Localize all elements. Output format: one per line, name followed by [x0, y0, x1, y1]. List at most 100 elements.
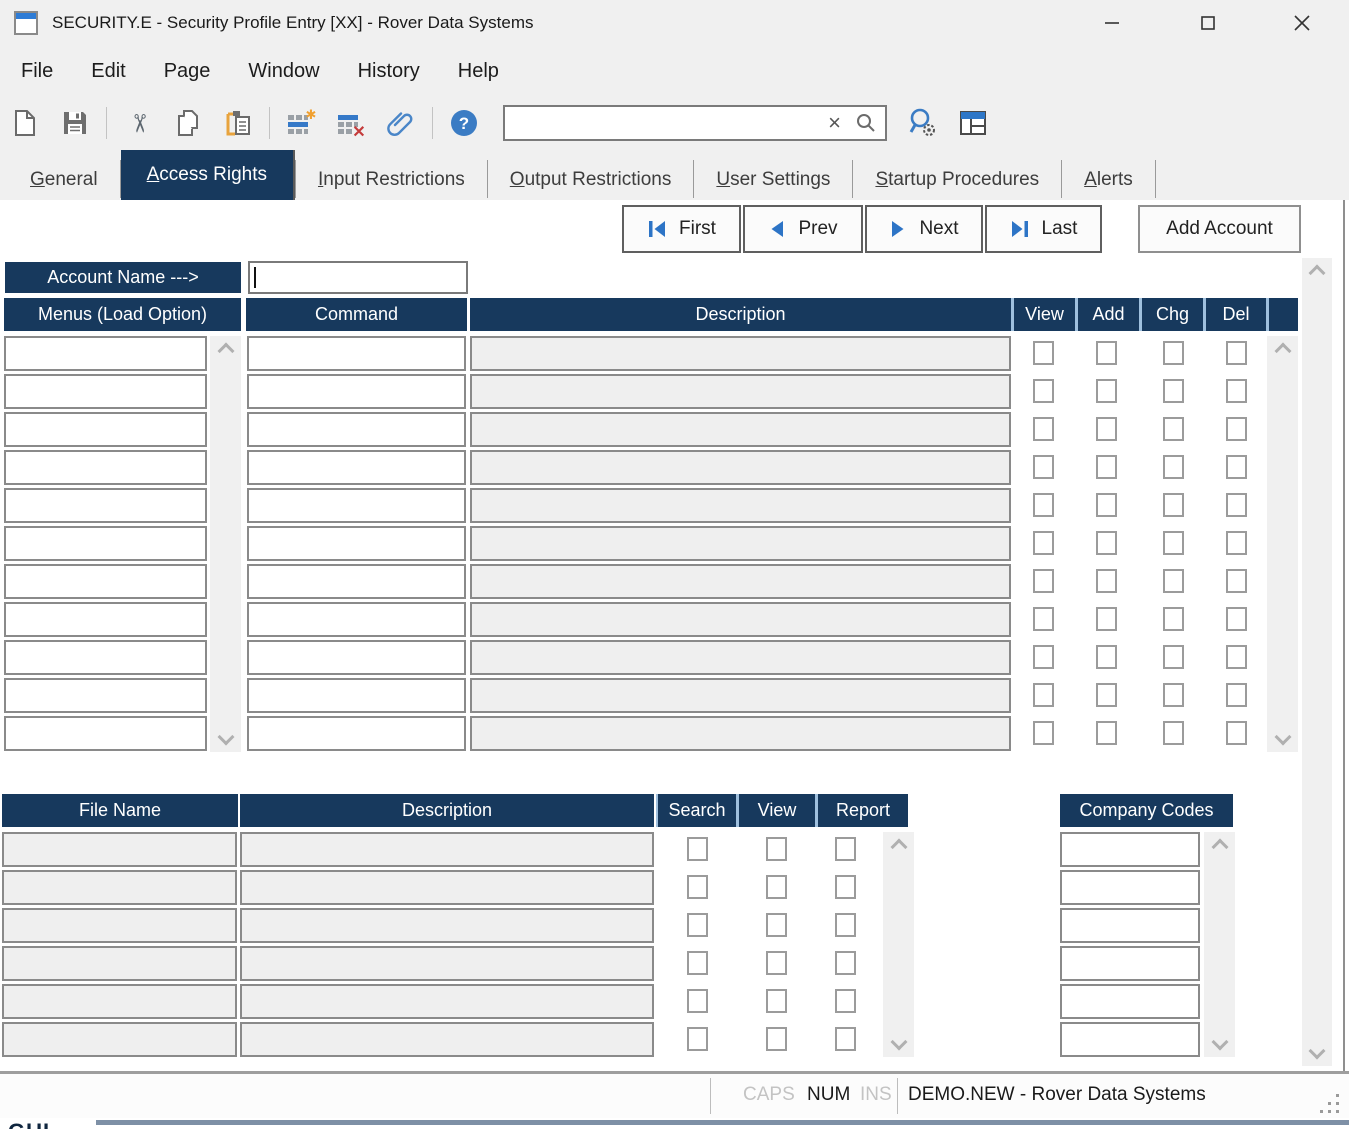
copy-button[interactable] — [168, 104, 208, 142]
menus-scrollbar[interactable] — [210, 336, 241, 752]
add-checkbox[interactable] — [1096, 531, 1117, 555]
resize-grip[interactable] — [1336, 1110, 1339, 1113]
company-code-input[interactable] — [1060, 946, 1200, 981]
chg-checkbox[interactable] — [1163, 531, 1184, 555]
menu-load-option-input[interactable] — [4, 602, 207, 637]
help-button[interactable]: ? — [444, 104, 484, 142]
tab-input-restrictions[interactable]: Input Restrictions — [296, 160, 487, 200]
company-code-input[interactable] — [1060, 908, 1200, 943]
cut-button[interactable]: ✂ — [118, 104, 158, 142]
scroll-up-icon[interactable] — [890, 839, 907, 856]
menu-load-option-input[interactable] — [4, 526, 207, 561]
view-checkbox[interactable] — [1033, 531, 1054, 555]
del-checkbox[interactable] — [1226, 379, 1247, 403]
clear-search-icon[interactable]: × — [828, 112, 841, 134]
command-input[interactable] — [247, 450, 466, 485]
account-name-field[interactable] — [248, 261, 468, 294]
scroll-up-icon[interactable] — [217, 343, 234, 360]
tab-user-settings[interactable]: User Settings — [694, 160, 852, 200]
menu-load-option-input[interactable] — [4, 678, 207, 713]
scroll-down-icon[interactable] — [1211, 1034, 1228, 1051]
scroll-down-icon[interactable] — [890, 1034, 907, 1051]
account-lookup-button[interactable] — [903, 104, 943, 142]
command-input[interactable] — [247, 526, 466, 561]
add-checkbox[interactable] — [1096, 455, 1117, 479]
view-checkbox[interactable] — [1033, 683, 1054, 707]
account-name-input[interactable] — [250, 263, 466, 292]
menu-load-option-input[interactable] — [4, 336, 207, 371]
chg-checkbox[interactable] — [1163, 645, 1184, 669]
command-input[interactable] — [247, 374, 466, 409]
view-checkbox[interactable] — [1033, 455, 1054, 479]
last-record-button[interactable]: Last — [985, 205, 1102, 253]
chg-checkbox[interactable] — [1163, 341, 1184, 365]
add-checkbox[interactable] — [1096, 721, 1117, 745]
del-checkbox[interactable] — [1226, 341, 1247, 365]
files-grid-scrollbar[interactable] — [883, 832, 914, 1057]
minimize-button[interactable] — [1082, 0, 1142, 46]
attachment-button[interactable] — [381, 104, 421, 142]
tab-general[interactable]: General — [8, 160, 120, 200]
del-checkbox[interactable] — [1226, 645, 1247, 669]
command-input[interactable] — [247, 336, 466, 371]
scroll-down-icon[interactable] — [217, 729, 234, 746]
tab-startup-procedures[interactable]: Startup Procedures — [853, 160, 1061, 200]
company-code-input[interactable] — [1060, 984, 1200, 1019]
company-code-input[interactable] — [1060, 832, 1200, 867]
chg-checkbox[interactable] — [1163, 721, 1184, 745]
menu-help[interactable]: Help — [439, 60, 518, 83]
del-checkbox[interactable] — [1226, 455, 1247, 479]
company-code-input[interactable] — [1060, 870, 1200, 905]
new-document-button[interactable] — [5, 104, 45, 142]
maximize-button[interactable] — [1178, 0, 1238, 46]
menu-window[interactable]: Window — [229, 60, 338, 83]
tab-output-restrictions[interactable]: Output Restrictions — [488, 160, 694, 200]
del-checkbox[interactable] — [1226, 531, 1247, 555]
view-checkbox[interactable] — [1033, 493, 1054, 517]
insert-line-button[interactable]: ✱ — [281, 104, 321, 142]
menu-edit[interactable]: Edit — [72, 60, 144, 83]
chg-checkbox[interactable] — [1163, 569, 1184, 593]
first-record-button[interactable]: First — [622, 205, 741, 253]
menu-page[interactable]: Page — [145, 60, 230, 83]
rights-grid-scrollbar[interactable] — [1267, 336, 1298, 752]
add-account-button[interactable]: Add Account — [1138, 205, 1301, 253]
close-button[interactable] — [1272, 0, 1332, 46]
scroll-down-icon[interactable] — [1274, 729, 1291, 746]
menu-load-option-input[interactable] — [4, 640, 207, 675]
delete-line-button[interactable]: ✕ — [331, 104, 371, 142]
menu-load-option-input[interactable] — [4, 488, 207, 523]
del-checkbox[interactable] — [1226, 683, 1247, 707]
scroll-up-icon[interactable] — [1274, 343, 1291, 360]
add-checkbox[interactable] — [1096, 607, 1117, 631]
main-scrollbar[interactable] — [1302, 258, 1332, 1066]
paste-button[interactable] — [218, 104, 258, 142]
view-checkbox[interactable] — [1033, 569, 1054, 593]
chg-checkbox[interactable] — [1163, 455, 1184, 479]
tab-access-rights[interactable]: Access Rights — [121, 150, 295, 200]
search-input[interactable] — [513, 112, 828, 134]
command-input[interactable] — [247, 640, 466, 675]
menu-history[interactable]: History — [339, 60, 439, 83]
view-checkbox[interactable] — [1033, 645, 1054, 669]
menu-load-option-input[interactable] — [4, 374, 207, 409]
view-checkbox[interactable] — [1033, 341, 1054, 365]
menu-load-option-input[interactable] — [4, 564, 207, 599]
command-input[interactable] — [247, 412, 466, 447]
menu-load-option-input[interactable] — [4, 450, 207, 485]
layout-button[interactable] — [953, 104, 993, 142]
chg-checkbox[interactable] — [1163, 607, 1184, 631]
menu-file[interactable]: File — [2, 60, 72, 83]
menu-load-option-input[interactable] — [4, 412, 207, 447]
chg-checkbox[interactable] — [1163, 493, 1184, 517]
command-input[interactable] — [247, 602, 466, 637]
chg-checkbox[interactable] — [1163, 417, 1184, 441]
command-input[interactable] — [247, 564, 466, 599]
save-button[interactable] — [55, 104, 95, 142]
scroll-up-icon[interactable] — [1211, 839, 1228, 856]
next-record-button[interactable]: Next — [865, 205, 983, 253]
prev-record-button[interactable]: Prev — [743, 205, 863, 253]
company-code-input[interactable] — [1060, 1022, 1200, 1057]
add-checkbox[interactable] — [1096, 645, 1117, 669]
company-codes-scrollbar[interactable] — [1204, 832, 1235, 1057]
